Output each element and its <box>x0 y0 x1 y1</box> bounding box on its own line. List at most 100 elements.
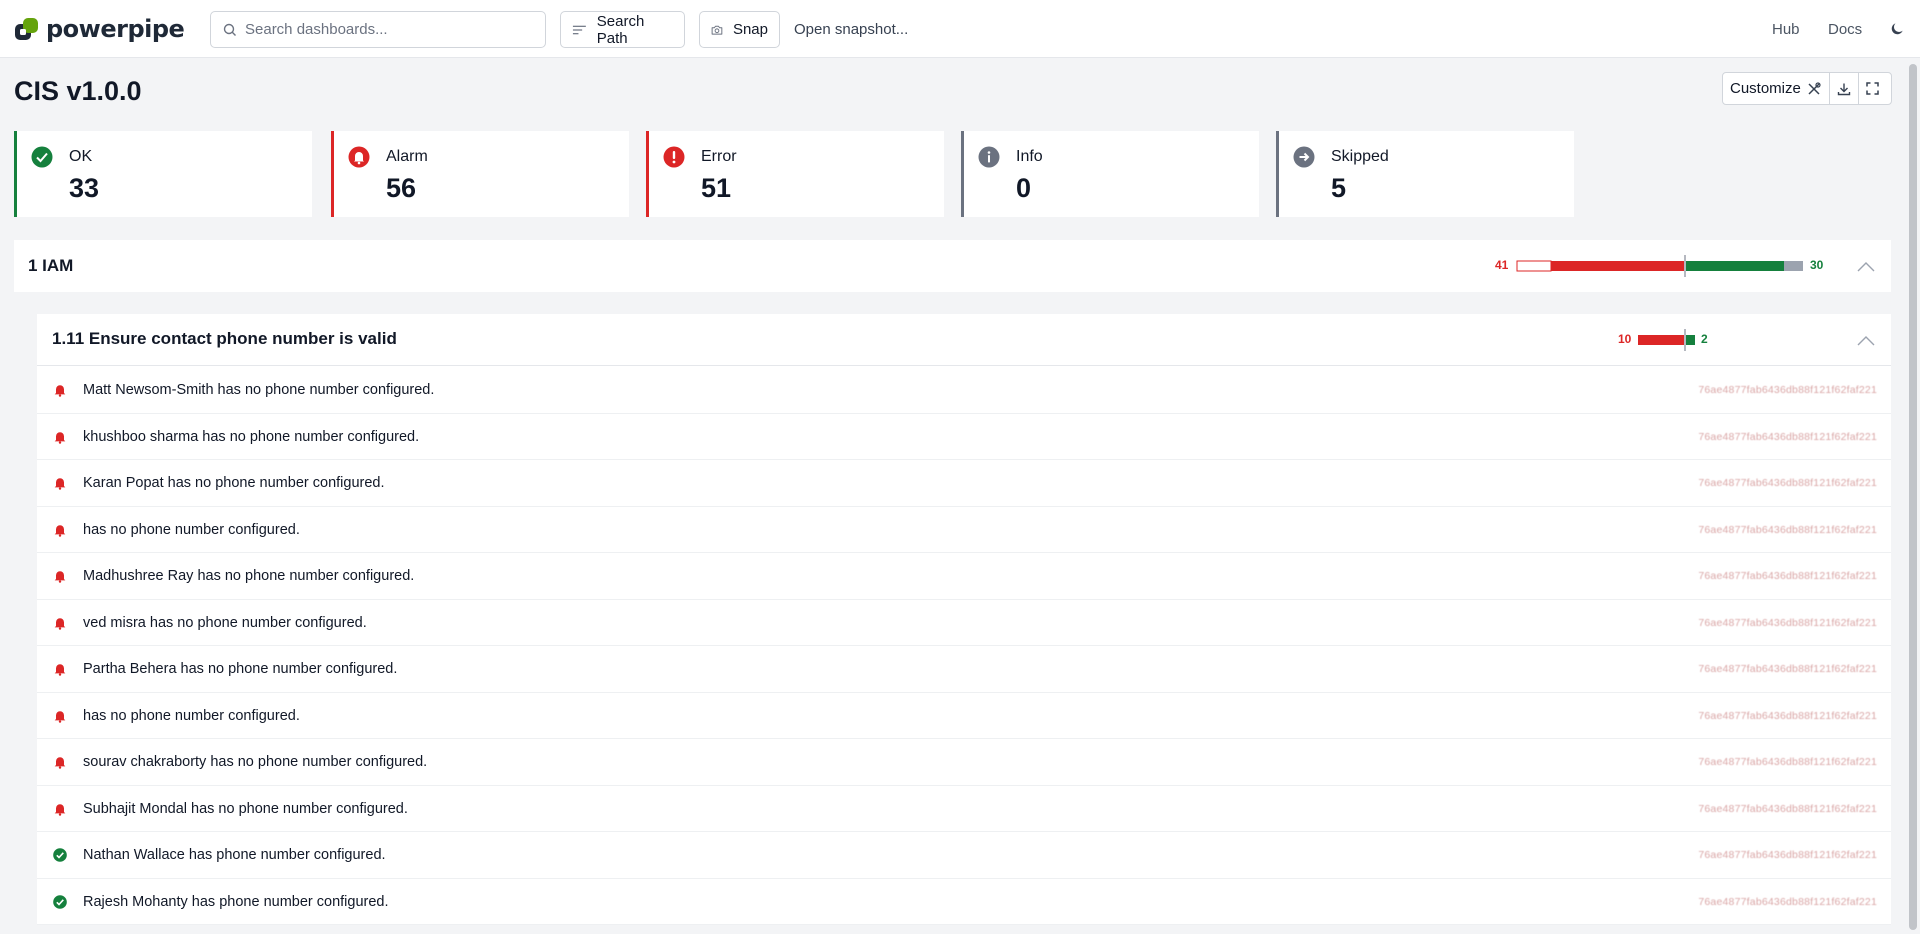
summary-label: Info <box>1016 148 1043 165</box>
summary-label: Error <box>701 148 737 165</box>
expand-icon <box>1866 82 1879 95</box>
bell-icon <box>54 617 66 630</box>
result-reason: ved misra has no phone number configured… <box>83 614 367 631</box>
chevron-up-icon[interactable] <box>1857 335 1875 346</box>
result-row[interactable]: has no phone number configured. 76ae4877… <box>37 507 1891 553</box>
page-title: CIS v1.0.0 <box>14 76 142 106</box>
resource-id: 76ae4877fab6436db88f121f62faf221 <box>1698 523 1877 536</box>
resource-id: 76ae4877fab6436db88f121f62faf221 <box>1698 802 1877 815</box>
result-row[interactable]: Karan Popat has no phone number configur… <box>37 460 1891 507</box>
summary-label: OK <box>69 148 93 165</box>
control-progress-bar <box>1638 329 1695 351</box>
snap-button[interactable]: Snap <box>699 11 780 48</box>
resource-id: 76ae4877fab6436db88f121f62faf221 <box>1698 895 1877 908</box>
resource-id: 76ae4877fab6436db88f121f62faf221 <box>1698 709 1877 722</box>
fullscreen-button[interactable] <box>1857 73 1886 104</box>
bell-icon <box>54 710 66 723</box>
camera-icon <box>711 25 723 35</box>
result-reason: has no phone number configured. <box>83 521 300 538</box>
resource-id: 76ae4877fab6436db88f121f62faf221 <box>1698 616 1877 629</box>
summary-value: 0 <box>1016 173 1032 203</box>
tools-icon <box>1808 81 1821 95</box>
result-row[interactable]: Madhushree Ray has no phone number confi… <box>37 553 1891 600</box>
result-reason: khushboo sharma has no phone number conf… <box>83 428 420 445</box>
control-alarm-count: 10 <box>1618 332 1632 346</box>
result-row[interactable]: Partha Behera has no phone number config… <box>37 646 1891 693</box>
group-ok-count: 30 <box>1810 258 1824 272</box>
control-panel: 1.11 Ensure contact phone number is vali… <box>37 314 1891 925</box>
bell-icon <box>54 757 66 769</box>
chevron-up-icon[interactable] <box>1857 261 1875 272</box>
result-row[interactable]: ved misra has no phone number configured… <box>37 600 1891 646</box>
bell-circle-icon <box>348 146 370 168</box>
check-circle-icon <box>53 848 67 862</box>
result-row[interactable]: Matt Newsom-Smith has no phone number co… <box>37 367 1891 414</box>
result-reason: has no phone number configured. <box>83 707 300 724</box>
result-row[interactable]: Rajesh Mohanty has phone number configur… <box>37 879 1891 925</box>
result-row[interactable]: Subhajit Mondal has no phone number conf… <box>37 786 1891 832</box>
summary-label: Alarm <box>386 148 428 165</box>
download-icon <box>1837 83 1851 95</box>
summary-card-alarm: Alarm 56 <box>331 131 629 217</box>
resource-id: 76ae4877fab6436db88f121f62faf221 <box>1698 430 1877 443</box>
summary-value: 56 <box>386 173 417 203</box>
resource-id: 76ae4877fab6436db88f121f62faf221 <box>1698 570 1877 582</box>
summary-card-skipped: Skipped 5 <box>1276 131 1574 217</box>
resource-id: 76ae4877fab6436db88f121f62faf221 <box>1698 663 1877 675</box>
docs-link[interactable]: Docs <box>1828 21 1862 38</box>
result-reason: Subhajit Mondal has no phone number conf… <box>83 800 408 817</box>
group-progress-bar <box>1516 255 1803 277</box>
powerpipe-logo[interactable]: powerpipe <box>14 15 185 43</box>
dashboard-actions: Customize <box>1722 72 1892 105</box>
search-box[interactable] <box>210 11 546 48</box>
result-reason: Nathan Wallace has phone number configur… <box>83 847 386 863</box>
moon-icon[interactable] <box>1890 21 1905 36</box>
group-alarm-count: 41 <box>1495 258 1509 272</box>
search-input[interactable] <box>245 21 535 38</box>
result-row[interactable]: sourav chakraborty has no phone number c… <box>37 739 1891 786</box>
control-header[interactable]: 1.11 Ensure contact phone number is vali… <box>37 314 1891 366</box>
check-circle-icon <box>53 894 67 909</box>
resource-id: 76ae4877fab6436db88f121f62faf221 <box>1698 849 1877 861</box>
top-navigation-bar: powerpipe Search Path Snap Open snapshot… <box>0 0 1920 58</box>
result-reason: Madhushree Ray has no phone number confi… <box>83 568 415 584</box>
snap-label: Snap <box>732 21 768 38</box>
summary-value: 33 <box>69 173 100 203</box>
result-row[interactable]: has no phone number configured. 76ae4877… <box>37 693 1891 739</box>
group-title: 1 IAM <box>28 256 74 275</box>
benchmark-group[interactable]: 1 IAM 41 30 <box>14 240 1891 292</box>
exclamation-circle-icon <box>663 146 685 168</box>
customize-label: Customize <box>1730 80 1801 97</box>
result-reason: Karan Popat has no phone number configur… <box>83 475 385 491</box>
hub-link[interactable]: Hub <box>1772 21 1800 38</box>
result-row[interactable]: khushboo sharma has no phone number conf… <box>37 414 1891 460</box>
control-title: 1.11 Ensure contact phone number is vali… <box>52 329 397 348</box>
bell-icon <box>54 478 66 490</box>
scrollbar-thumb[interactable] <box>1909 64 1917 930</box>
summary-card-info: Info 0 <box>961 131 1259 217</box>
control-results-list: Matt Newsom-Smith has no phone number co… <box>37 367 1891 925</box>
result-reason: Rajesh Mohanty has phone number configur… <box>83 893 389 910</box>
bell-icon <box>54 664 66 676</box>
check-circle-icon <box>31 146 53 168</box>
summary-label: Skipped <box>1331 148 1389 165</box>
open-snapshot-link[interactable]: Open snapshot... <box>794 21 908 38</box>
summary-card-ok: OK 33 <box>14 131 312 217</box>
search-path-button[interactable]: Search Path <box>560 11 685 48</box>
control-ok-count: 2 <box>1701 332 1708 346</box>
customize-button[interactable]: Customize <box>1723 73 1830 104</box>
bell-icon <box>54 803 66 816</box>
search-icon <box>223 23 236 36</box>
arrow-circle-icon <box>1293 146 1315 168</box>
resource-id: 76ae4877fab6436db88f121f62faf221 <box>1698 477 1877 489</box>
search-path-icon <box>572 25 586 34</box>
download-button[interactable] <box>1830 73 1858 104</box>
summary-value: 5 <box>1331 173 1347 203</box>
info-circle-icon <box>978 146 1000 168</box>
result-reason: sourav chakraborty has no phone number c… <box>83 754 428 770</box>
result-row[interactable]: Nathan Wallace has phone number configur… <box>37 832 1891 879</box>
resource-id: 76ae4877fab6436db88f121f62faf221 <box>1698 756 1877 768</box>
search-path-label: Search Path <box>596 12 645 47</box>
result-reason: Matt Newsom-Smith has no phone number co… <box>83 382 435 398</box>
bell-icon <box>54 571 66 583</box>
